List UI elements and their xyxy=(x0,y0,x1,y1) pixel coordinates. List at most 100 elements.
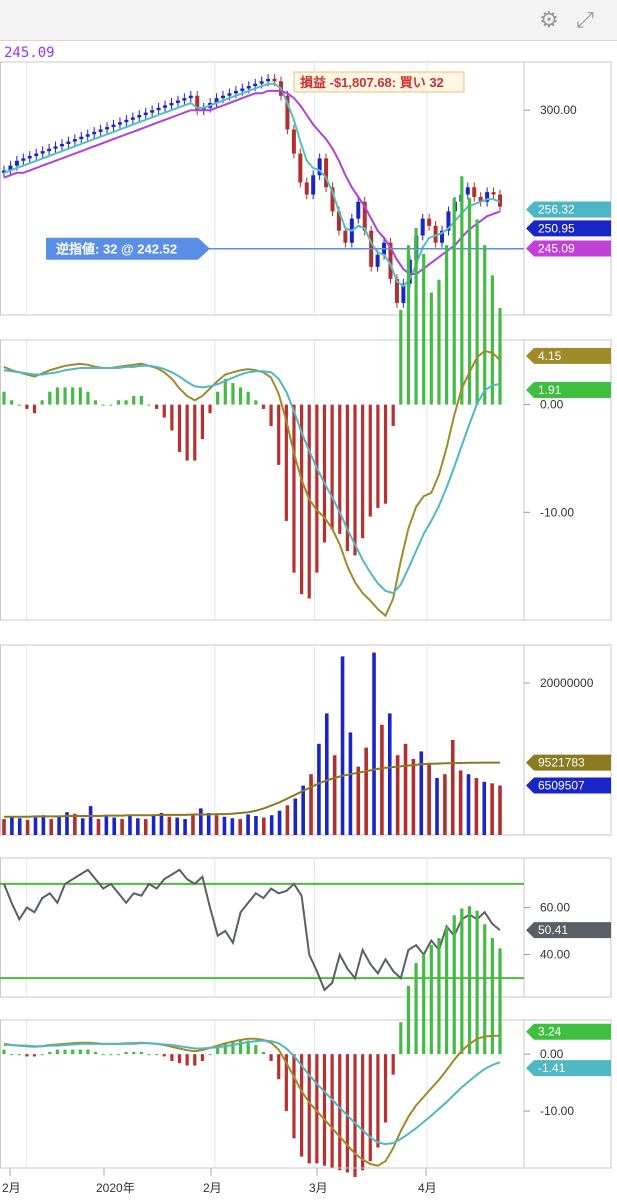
hist-bar xyxy=(361,1054,365,1171)
volume-bar xyxy=(96,819,101,835)
price-tag-2: 245.09 xyxy=(526,240,611,257)
hist-bar xyxy=(170,404,174,431)
hist-bar xyxy=(498,308,502,405)
price-tag-1-text: 250.95 xyxy=(538,221,575,235)
candle-body xyxy=(375,254,380,267)
hist-bar xyxy=(101,404,105,406)
hist-bar xyxy=(460,176,464,405)
candle-body xyxy=(266,78,271,82)
candle-body xyxy=(272,78,277,82)
hist-bar xyxy=(208,1054,212,1056)
x-axis-label-4: 4月 xyxy=(418,1181,437,1195)
hist-bar xyxy=(116,1054,121,1056)
candle-body xyxy=(304,182,309,195)
hist-bar xyxy=(300,1054,304,1157)
hist-bar xyxy=(155,404,159,409)
volume-bar xyxy=(443,774,447,835)
hist-bar xyxy=(93,1051,98,1055)
hist-bar xyxy=(467,906,472,1055)
candle-body xyxy=(298,153,303,183)
x-axis-label-0: 2月 xyxy=(2,1181,21,1195)
candle-body xyxy=(163,105,168,108)
hist-bar xyxy=(422,953,426,1055)
candle-body xyxy=(53,146,58,149)
volume-bar xyxy=(317,743,321,835)
hist-bar xyxy=(71,387,75,405)
candle-body xyxy=(356,201,361,219)
volume-bar xyxy=(498,785,502,835)
stop-order-text: 逆指値: 32 @ 242.52 xyxy=(56,242,177,257)
hist-bar xyxy=(71,1049,75,1055)
volume-bar xyxy=(128,816,132,835)
candle-body xyxy=(124,119,129,123)
hist-bar xyxy=(376,1054,380,1148)
trading-chart: 300.00 逆指値: 32 @ 242.52 損益 -$1,807.68: 買い … xyxy=(0,61,612,1195)
volume-bar xyxy=(285,805,290,835)
hist-bar xyxy=(292,1054,296,1139)
hist-bar xyxy=(307,1054,311,1164)
panel-frame-1 xyxy=(0,339,612,621)
volume-bar xyxy=(49,819,54,835)
volume-bar xyxy=(427,762,431,835)
volume-bar xyxy=(80,818,85,835)
hist-bar xyxy=(132,1051,136,1055)
volume-bar xyxy=(10,816,14,835)
hist-bar xyxy=(93,400,98,405)
hist-bar xyxy=(124,1051,128,1055)
hist-bar xyxy=(200,1054,204,1061)
hist-bar xyxy=(406,985,411,1055)
x-axis-label-2: 2月 xyxy=(203,1181,222,1195)
volume-bar xyxy=(301,785,305,835)
candle-body xyxy=(66,141,71,144)
volume-bar xyxy=(490,783,494,835)
hist-bar xyxy=(48,391,52,405)
hist-bar xyxy=(277,404,281,465)
candle-body xyxy=(246,86,251,89)
volume-bar xyxy=(403,743,408,835)
rsi-axis-tick-1: 40.00 xyxy=(540,948,570,962)
volume-bar xyxy=(387,713,392,835)
candle-body xyxy=(491,192,496,195)
panel1-tag-1-text: 1.91 xyxy=(538,383,562,397)
hist-bar xyxy=(132,396,136,405)
volume-bar xyxy=(143,819,148,835)
hist-bar xyxy=(399,309,403,405)
volume-bar xyxy=(112,817,117,835)
volume-bar xyxy=(230,818,235,835)
volume-bar xyxy=(25,819,30,835)
hist-bar xyxy=(292,404,296,573)
hist-bar xyxy=(444,245,449,405)
volume-bar xyxy=(41,815,46,835)
volume-bar xyxy=(293,798,298,835)
hist-bar xyxy=(170,1054,174,1061)
hist-bar xyxy=(55,387,60,405)
candle-body xyxy=(465,187,470,195)
hist-bar xyxy=(86,391,90,405)
candle-body xyxy=(169,102,174,106)
panel1-axis-tick-0: 0.00 xyxy=(540,398,564,412)
hist-bar xyxy=(261,1051,266,1055)
hist-bar xyxy=(338,1054,342,1171)
hist-bar xyxy=(368,404,372,517)
hist-bar xyxy=(429,292,433,405)
volume-bar xyxy=(57,816,61,835)
candle-body xyxy=(117,122,122,125)
volume-bar xyxy=(33,817,38,835)
volume-bar xyxy=(88,806,93,835)
candle-body xyxy=(47,148,52,152)
hist-bar xyxy=(414,228,418,405)
candle-body xyxy=(137,115,142,118)
price-tag-0-text: 256.32 xyxy=(538,202,575,216)
panel4-axis-tick-0: 0.00 xyxy=(540,1047,564,1061)
panel1-tag-0: 4.15 xyxy=(526,347,611,364)
candle-body xyxy=(221,95,226,99)
candle-body xyxy=(21,158,26,161)
candle-body xyxy=(40,151,45,154)
volume-bar xyxy=(2,819,6,835)
candle-body xyxy=(240,88,245,91)
volume-bar xyxy=(348,732,353,835)
candle-body xyxy=(85,134,90,137)
candle-body xyxy=(291,129,296,154)
hist-bar xyxy=(322,404,327,543)
rsi-tag-0-text: 50.41 xyxy=(538,923,568,937)
